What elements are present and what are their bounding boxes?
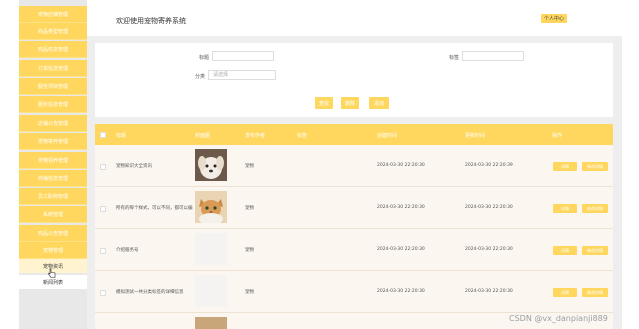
column-actions: 操作 <box>552 133 563 139</box>
sidebar-item[interactable]: 宠物店铺管理 <box>19 6 87 23</box>
cell-created: 2024-03-30 22:20:30 <box>377 289 425 294</box>
watermark: CSDN @vx_danpianji889 <box>509 314 608 323</box>
sidebar-item[interactable]: 宠物寄养管理 <box>19 133 87 150</box>
sidebar-item[interactable]: 服务信息管理 <box>19 96 87 113</box>
sidebar-item[interactable]: 商品信息管理 <box>19 41 87 58</box>
edit-button[interactable]: 修改详情 <box>582 162 608 171</box>
sidebar-item[interactable]: 系统管理 <box>19 206 87 223</box>
row-checkbox[interactable] <box>100 164 106 170</box>
cover-image <box>195 191 227 225</box>
sidebar-item[interactable]: 商品公告管理 <box>19 225 87 242</box>
detail-button[interactable]: 详情 <box>553 246 577 255</box>
search-button[interactable]: 查找 <box>315 97 333 109</box>
search-tag-label: 标签 <box>449 55 460 61</box>
column-created[interactable]: 创建时间 <box>377 132 397 139</box>
column-updated[interactable]: 更新时间 <box>465 132 485 139</box>
sidebar-item[interactable]: 商品类型管理 <box>19 23 87 40</box>
select-all-checkbox[interactable] <box>100 132 106 138</box>
add-button[interactable]: 添加 <box>369 97 389 109</box>
search-title-label: 标题 <box>199 55 210 61</box>
column-tag: 标签 <box>297 133 308 139</box>
cell-updated: 2024-03-30 22:20:30 <box>465 247 513 252</box>
cell-author: 宠物 <box>245 248 254 253</box>
cell-created: 2024-03-30 22:20:30 <box>377 163 425 168</box>
search-category-label: 分类 <box>195 74 206 80</box>
cell-author: 宠物 <box>245 164 254 169</box>
user-center-button[interactable]: 个人中心 <box>541 14 568 23</box>
table-row <box>95 145 613 187</box>
row-checkbox[interactable] <box>100 290 106 296</box>
cell-author: 宠物 <box>245 206 254 211</box>
edit-button[interactable]: 修改详情 <box>582 288 608 297</box>
detail-button[interactable]: 详情 <box>553 288 577 297</box>
cover-image-placeholder <box>195 275 227 307</box>
cell-author: 宠物 <box>245 290 254 295</box>
detail-button[interactable]: 详情 <box>553 204 577 213</box>
table-header <box>95 124 613 145</box>
cell-title: 宠物知识大全资讯 <box>116 164 152 169</box>
sidebar-item[interactable]: 宠物管理 <box>19 242 87 259</box>
cell-updated: 2024-03-30 22:20:30 <box>465 289 513 294</box>
sidebar-item[interactable]: 服务项目管理 <box>19 78 87 95</box>
sidebar-item[interactable]: 员工职称管理 <box>19 188 87 205</box>
cell-created: 2024-03-30 22:20:30 <box>377 247 425 252</box>
cover-image <box>195 149 227 181</box>
delete-button[interactable]: 删除 <box>341 97 359 109</box>
hand-cursor-icon <box>48 268 56 278</box>
cell-created: 2024-03-30 22:20:30 <box>377 205 425 210</box>
column-cover: 封面图 <box>195 133 211 139</box>
table-row <box>95 229 613 271</box>
sidebar-item[interactable]: 宠物领养管理 <box>19 152 87 169</box>
cell-updated: 2024-03-30 22:20:39 <box>465 163 513 168</box>
cell-title: 模拟测试一共分类标签的详细信息 <box>116 290 184 295</box>
edit-button[interactable]: 修改详情 <box>582 246 608 255</box>
column-title[interactable]: 标题 <box>116 132 126 139</box>
row-checkbox[interactable] <box>100 248 106 254</box>
search-title-input[interactable] <box>212 51 274 61</box>
page-title: 欢迎使用宠物寄养系统 <box>116 17 186 25</box>
search-tag-input[interactable] <box>462 51 524 61</box>
cell-title: 介绍服务号 <box>116 248 139 253</box>
edit-button[interactable]: 修改详情 <box>582 204 608 213</box>
column-author[interactable]: 发布作者 <box>245 132 265 139</box>
cover-image-placeholder <box>195 233 227 265</box>
sidebar-item[interactable]: 商铺信息管理 <box>19 170 87 187</box>
sidebar-item[interactable]: 店铺公告管理 <box>19 115 87 132</box>
cell-updated: 2024-03-30 22:20:30 <box>465 205 513 210</box>
partial-cover-image <box>195 317 227 329</box>
cell-title: 所有的每个样式，可以不同，都可以编 <box>116 206 193 211</box>
detail-button[interactable]: 详情 <box>553 162 577 171</box>
sidebar-item[interactable]: 订单信息管理 <box>19 60 87 77</box>
row-checkbox[interactable] <box>100 206 106 212</box>
search-category-select[interactable]: 请选择 <box>208 70 276 80</box>
